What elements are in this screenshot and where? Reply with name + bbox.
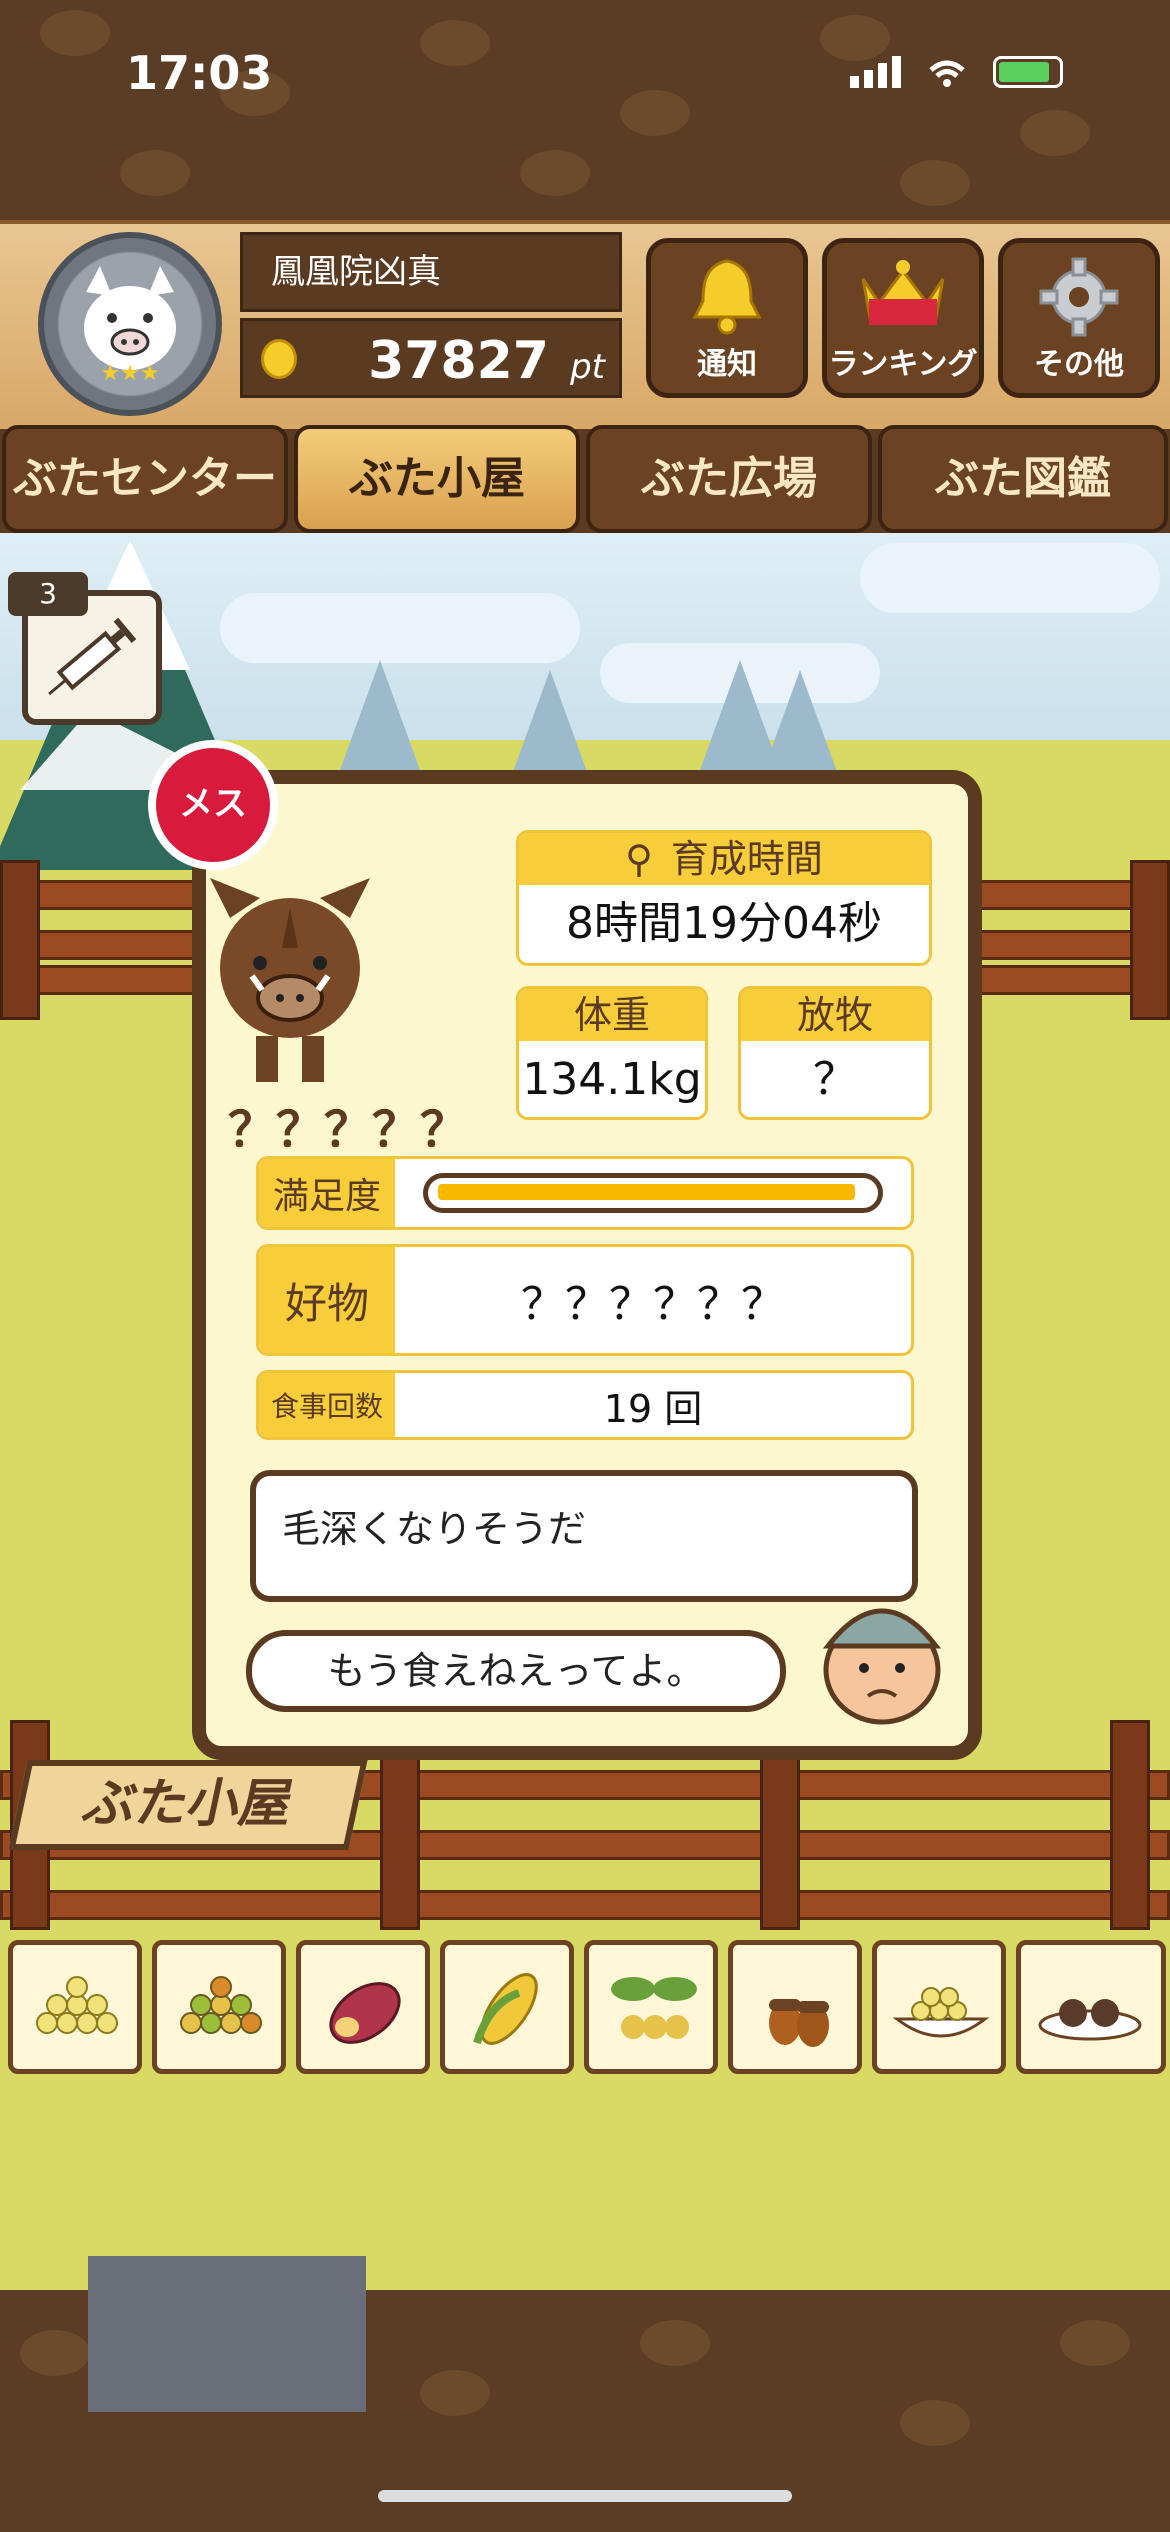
- pig-face-icon: ★★★: [84, 266, 176, 382]
- notification-button[interactable]: 通知: [646, 238, 808, 398]
- food-slot-6[interactable]: [728, 1940, 862, 2074]
- speech-text: もう食えねえってよ。: [327, 1649, 705, 1693]
- comment-bubble: 毛深くなりそうだ: [250, 1470, 918, 1602]
- meals-row: 食事回数 19 回: [256, 1370, 914, 1440]
- mixed-beans-icon: [180, 1976, 262, 2034]
- tab-buta-zukan[interactable]: ぶた図鑑: [878, 425, 1168, 533]
- speech-bubble: もう食えねえってよ。: [246, 1630, 786, 1712]
- farmer-avatar: [812, 1586, 952, 1730]
- player-name: 鳳凰院凶真: [240, 232, 622, 312]
- tree: [510, 670, 590, 780]
- other-button[interactable]: その他: [998, 238, 1160, 398]
- wifi-icon: [927, 58, 967, 88]
- svg-text:★★★: ★★★: [100, 361, 159, 382]
- sweet-potato-icon: [329, 1982, 401, 2044]
- crown-icon: [861, 260, 945, 325]
- grazing-label: 放牧: [741, 989, 929, 1041]
- grazing-box: 放牧 ？: [738, 986, 932, 1120]
- favorite-label: 好物: [259, 1247, 395, 1353]
- female-badge: メス: [148, 740, 278, 870]
- points-display: 37827 pt: [240, 318, 622, 398]
- ranking-label: ランキング: [828, 347, 978, 382]
- truffle-icon: [1038, 1999, 1142, 2041]
- ranking-button[interactable]: ランキング: [822, 238, 984, 398]
- coin-icon: [261, 339, 297, 379]
- notification-label: 通知: [697, 347, 757, 382]
- status-icons: [850, 56, 1063, 88]
- meals-value: 19 回: [603, 1386, 703, 1431]
- pig-name: ？？？？？: [228, 1102, 469, 1158]
- satisfaction-fill: [438, 1184, 856, 1200]
- tab-buta-koya[interactable]: ぶた小屋: [294, 425, 580, 533]
- raising-time-label: 育成時間: [670, 837, 823, 881]
- bell-icon: [692, 259, 762, 335]
- soybeans-bowl-icon: [892, 1987, 990, 2038]
- fence-post: [0, 860, 40, 1020]
- points-value: 37827: [368, 331, 549, 391]
- weight-label: 体重: [519, 989, 705, 1041]
- syringe-count: 3: [8, 572, 88, 616]
- fence-rail: [0, 1890, 1170, 1920]
- other-label: その他: [1034, 347, 1124, 382]
- food-slot-7[interactable]: [872, 1940, 1006, 2074]
- tree: [340, 660, 420, 770]
- corn-icon: [473, 1973, 538, 2045]
- food-slot-4[interactable]: [440, 1940, 574, 2074]
- food-slot-8[interactable]: [1016, 1940, 1166, 2074]
- location-sign: ぶた小屋: [8, 1760, 368, 1850]
- tab-buta-hiroba[interactable]: ぶた広場: [586, 425, 872, 533]
- home-indicator[interactable]: [378, 2490, 792, 2502]
- weight-box: 体重 134.1kg: [516, 986, 708, 1120]
- top-background: [0, 0, 1170, 220]
- favorite-row: 好物 ？？？？？？: [256, 1244, 914, 1356]
- avatar[interactable]: ★★★: [38, 232, 222, 416]
- nuts-leaves-icon: [611, 1977, 697, 2039]
- satisfaction-bar: [423, 1173, 883, 1213]
- acorn-icon: [769, 1999, 829, 2047]
- fence-post: [1130, 860, 1170, 1020]
- fence-post: [380, 1740, 420, 1930]
- food-slot-5[interactable]: [584, 1940, 718, 2074]
- satisfaction-row: 満足度: [256, 1156, 914, 1230]
- battery-icon: [993, 56, 1063, 88]
- grazing-value: ？: [813, 1054, 857, 1105]
- weight-value: 134.1kg: [522, 1054, 702, 1105]
- beans-icon: [36, 1976, 118, 2034]
- favorite-value: ？？？？？？: [521, 1279, 785, 1330]
- signal-icon: [850, 56, 901, 88]
- ad-banner[interactable]: [88, 2256, 366, 2412]
- tree: [760, 670, 840, 780]
- satisfaction-label: 満足度: [259, 1159, 395, 1227]
- fence-post: [760, 1740, 800, 1930]
- raising-time-value: 8時間19分04秒: [566, 898, 882, 949]
- meals-label: 食事回数: [259, 1373, 395, 1437]
- fence-post: [1110, 1720, 1150, 1930]
- gear-icon: [1039, 257, 1119, 337]
- raising-time-box: ⚲ 育成時間 8時間19分04秒: [516, 830, 932, 966]
- food-slot-3[interactable]: [296, 1940, 430, 2074]
- key-icon: ⚲: [625, 837, 653, 881]
- comment-text: 毛深くなりそうだ: [282, 1507, 587, 1551]
- food-slot-2[interactable]: [152, 1940, 286, 2074]
- status-time: 17:03: [126, 46, 273, 100]
- boar-illustration: [190, 868, 390, 1092]
- tab-buta-center[interactable]: ぶたセンター: [2, 425, 288, 533]
- food-slot-1[interactable]: [8, 1940, 142, 2074]
- points-unit: pt: [570, 347, 605, 387]
